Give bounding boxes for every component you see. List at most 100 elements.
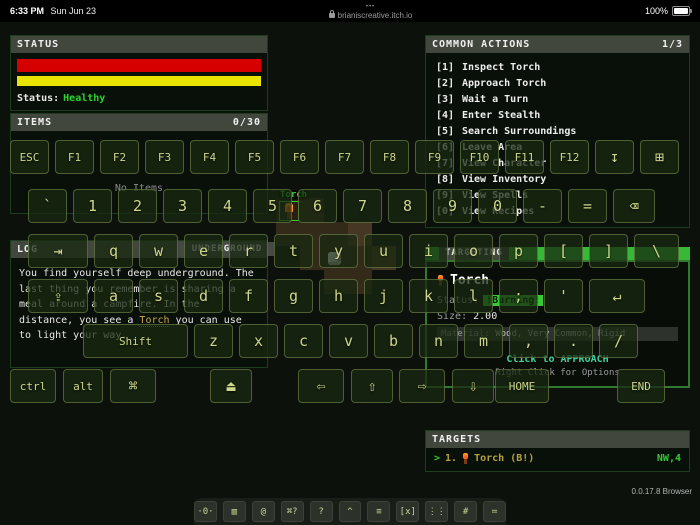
key-minus[interactable]: - — [523, 189, 562, 223]
key-arrow-left[interactable]: ⇦ — [298, 369, 344, 403]
key-backslash[interactable]: \ — [634, 234, 679, 268]
key-x[interactable]: x — [239, 324, 278, 358]
key-f7[interactable]: F7 — [325, 140, 364, 174]
key-grave[interactable]: ` — [28, 189, 67, 223]
key-9[interactable]: 9 — [433, 189, 472, 223]
key-i[interactable]: i — [409, 234, 448, 268]
key-t[interactable]: t — [274, 234, 313, 268]
key-semicolon[interactable]: ; — [499, 279, 538, 313]
key-7[interactable]: 7 — [343, 189, 382, 223]
key-rbracket[interactable]: ] — [589, 234, 628, 268]
accessory-at-key-icon[interactable]: @ — [251, 501, 275, 522]
targeting-panel[interactable]: TARGETING Torch Status:!Burning! Size: 2… — [425, 247, 690, 388]
key-v[interactable]: v — [329, 324, 368, 358]
key-slash[interactable]: / — [599, 324, 638, 358]
key-g[interactable]: g — [274, 279, 313, 313]
key-q[interactable]: q — [94, 234, 133, 268]
key-f9[interactable]: F9 — [415, 140, 454, 174]
key-b[interactable]: b — [374, 324, 413, 358]
key-3[interactable]: 3 — [163, 189, 202, 223]
action-item-5[interactable]: [5] Search Surroundings — [432, 123, 683, 139]
key-hide-keyboard[interactable]: ↧ — [595, 140, 634, 174]
key-backspace[interactable]: ⌫ — [613, 189, 655, 223]
accessory-hash-key-icon[interactable]: # — [454, 501, 478, 522]
key-f1[interactable]: F1 — [55, 140, 94, 174]
key-end[interactable]: END — [617, 369, 665, 403]
key-e[interactable]: e — [184, 234, 223, 268]
key-tab[interactable]: ⇥ — [28, 234, 88, 268]
key-shift[interactable]: Shift — [83, 324, 188, 358]
common-actions-page: 1/3 — [661, 39, 683, 50]
key-alt[interactable]: alt — [63, 369, 103, 403]
address-bar[interactable]: brianiscreative.itch.io — [328, 10, 412, 20]
action-item-1[interactable]: [1] Inspect Torch — [432, 59, 683, 75]
key-f6[interactable]: F6 — [280, 140, 319, 174]
key-layout-switch[interactable]: ⊞ — [640, 140, 679, 174]
key-period[interactable]: . — [554, 324, 593, 358]
accessory-dots-grid-icon[interactable]: ⋮⋮ — [425, 501, 449, 522]
accessory-clear-key-icon[interactable]: [x] — [396, 501, 420, 522]
key-m[interactable]: m — [464, 324, 503, 358]
key-return[interactable]: ↵ — [589, 279, 645, 313]
key-a[interactable]: a — [94, 279, 133, 313]
key-f3[interactable]: F3 — [145, 140, 184, 174]
key-0[interactable]: 0 — [478, 189, 517, 223]
key-command[interactable]: ⌘ — [110, 369, 156, 403]
torch-icon — [462, 453, 469, 464]
key-lbracket[interactable]: [ — [544, 234, 583, 268]
key-6[interactable]: 6 — [298, 189, 337, 223]
key-d[interactable]: d — [184, 279, 223, 313]
key-eject[interactable]: ⏏ — [210, 369, 252, 403]
key-h[interactable]: h — [319, 279, 358, 313]
accessory-cmd-help-icon[interactable]: ⌘? — [280, 501, 304, 522]
accessory-dot-zero-icon[interactable]: ·0· — [194, 501, 217, 522]
accessory-help-icon[interactable]: ? — [309, 501, 333, 522]
key-f[interactable]: f — [229, 279, 268, 313]
key-u[interactable]: u — [364, 234, 403, 268]
key-f10[interactable]: F10 — [460, 140, 499, 174]
key-o[interactable]: o — [454, 234, 493, 268]
key-f12[interactable]: F12 — [550, 140, 589, 174]
key-f2[interactable]: F2 — [100, 140, 139, 174]
accessory-split-layout-icon[interactable]: ▥ — [222, 501, 246, 522]
key-arrow-right[interactable]: ⇨ — [399, 369, 445, 403]
key-capslock[interactable]: ⇪ — [28, 279, 88, 313]
key-4[interactable]: 4 — [208, 189, 247, 223]
key-home[interactable]: HOME — [495, 369, 549, 403]
key-y[interactable]: y — [319, 234, 358, 268]
key-c[interactable]: c — [284, 324, 323, 358]
accessory-modifier-icon[interactable]: ^ — [338, 501, 362, 522]
key-f8[interactable]: F8 — [370, 140, 409, 174]
action-item-3[interactable]: [3] Wait a Turn — [432, 91, 683, 107]
key-s[interactable]: s — [139, 279, 178, 313]
action-item-2[interactable]: [2] Approach Torch — [432, 75, 683, 91]
key-k[interactable]: k — [409, 279, 448, 313]
key-arrow-up[interactable]: ⇧ — [351, 369, 393, 403]
key-1[interactable]: 1 — [73, 189, 112, 223]
key-r[interactable]: r — [229, 234, 268, 268]
key-f11[interactable]: F11 — [505, 140, 544, 174]
key-5[interactable]: 5 — [253, 189, 292, 223]
action-key: [2] — [436, 77, 455, 89]
status-label: Status: — [17, 93, 60, 104]
target-row[interactable]: >1. Torch (B!) NW,4 — [426, 448, 689, 469]
key-w[interactable]: w — [139, 234, 178, 268]
key-f5[interactable]: F5 — [235, 140, 274, 174]
key-esc[interactable]: ESC — [10, 140, 49, 174]
key-8[interactable]: 8 — [388, 189, 427, 223]
key-ctrl[interactable]: ctrl — [10, 369, 56, 403]
key-comma[interactable]: , — [509, 324, 548, 358]
key-p[interactable]: p — [499, 234, 538, 268]
key-n[interactable]: n — [419, 324, 458, 358]
key-quote[interactable]: ' — [544, 279, 583, 313]
key-arrow-down[interactable]: ⇩ — [452, 369, 494, 403]
accessory-menu-lines-icon[interactable]: ≡ — [367, 501, 391, 522]
key-f4[interactable]: F4 — [190, 140, 229, 174]
key-j[interactable]: j — [364, 279, 403, 313]
accessory-assign-key-icon[interactable]: ≔ — [483, 501, 506, 522]
action-item-4[interactable]: [4] Enter Stealth — [432, 107, 683, 123]
key-l[interactable]: l — [454, 279, 493, 313]
key-2[interactable]: 2 — [118, 189, 157, 223]
key-equals[interactable]: = — [568, 189, 607, 223]
key-z[interactable]: z — [194, 324, 233, 358]
